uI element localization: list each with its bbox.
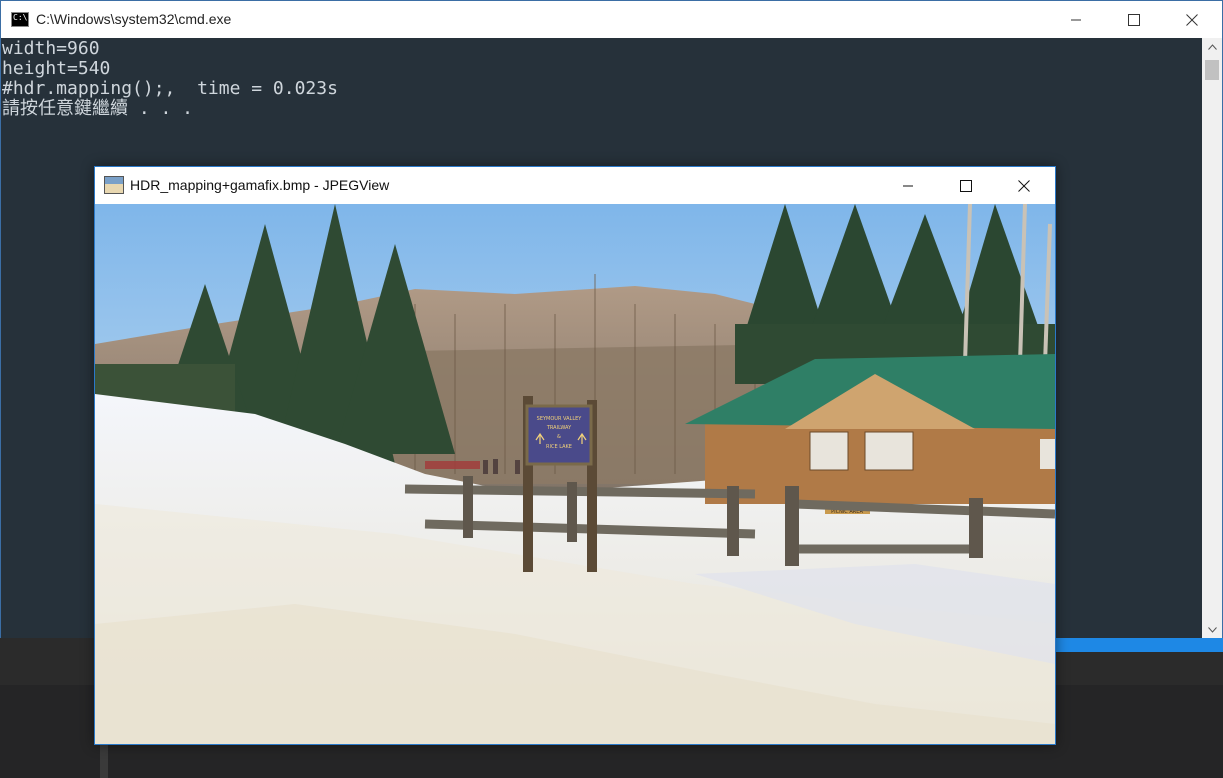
cmd-titlebar[interactable]: C:\. C:\Windows\system32\cmd.exe — [1, 1, 1222, 38]
cmd-window-title: C:\Windows\system32\cmd.exe — [36, 11, 232, 27]
cmd-app-icon[interactable]: C:\. — [11, 12, 32, 27]
minimize-icon — [1071, 19, 1081, 20]
cmd-line: height=540 — [2, 58, 111, 79]
viewer-close-button[interactable] — [995, 167, 1053, 204]
viewer-window-title: HDR_mapping+gamafix.bmp - JPEGView — [130, 177, 390, 193]
close-icon — [1018, 179, 1030, 192]
scroll-down-button[interactable] — [1202, 621, 1222, 638]
ide-accent-bar — [1056, 638, 1223, 652]
cmd-line: 請按任意鍵繼續 . . . — [2, 98, 194, 119]
jpegview-window: HDR_mapping+gamafix.bmp - JPEGView PICNI… — [94, 166, 1056, 745]
maximize-icon — [1128, 13, 1140, 26]
cmd-maximize-button[interactable] — [1105, 1, 1163, 38]
scrollbar-thumb[interactable] — [1205, 60, 1219, 80]
viewer-image-canvas[interactable]: PICNIC AREA SEYMOUR VALLEY TRAILWAY & RI… — [95, 204, 1055, 744]
cmd-minimize-button[interactable] — [1047, 1, 1105, 38]
sign-text-line3: & — [557, 434, 561, 440]
cmd-line: width=960 — [2, 38, 100, 59]
scroll-up-button[interactable] — [1202, 38, 1222, 55]
minimize-icon — [903, 185, 913, 186]
sign-text-line4: RICE LAKE — [546, 444, 572, 450]
cmd-output: width=960 height=540 #hdr.mapping();, time… — [2, 39, 338, 119]
cmd-line: #hdr.mapping();, time = 0.023s — [2, 78, 338, 99]
viewer-minimize-button[interactable] — [879, 167, 937, 204]
scroll-up-icon — [1207, 43, 1217, 50]
viewer-titlebar[interactable]: HDR_mapping+gamafix.bmp - JPEGView — [95, 167, 1055, 204]
viewer-maximize-button[interactable] — [937, 167, 995, 204]
maximize-icon — [960, 179, 972, 192]
sign-text-line1: SEYMOUR VALLEY — [537, 416, 583, 422]
cmd-scrollbar[interactable] — [1202, 38, 1222, 638]
cmd-close-button[interactable] — [1163, 1, 1221, 38]
scroll-down-icon — [1207, 626, 1217, 633]
image-app-icon[interactable] — [104, 176, 124, 194]
sign-text-line2: TRAILWAY — [546, 425, 572, 431]
hdr-photo: PICNIC AREA SEYMOUR VALLEY TRAILWAY & RI… — [95, 204, 1055, 744]
close-icon — [1186, 13, 1198, 26]
